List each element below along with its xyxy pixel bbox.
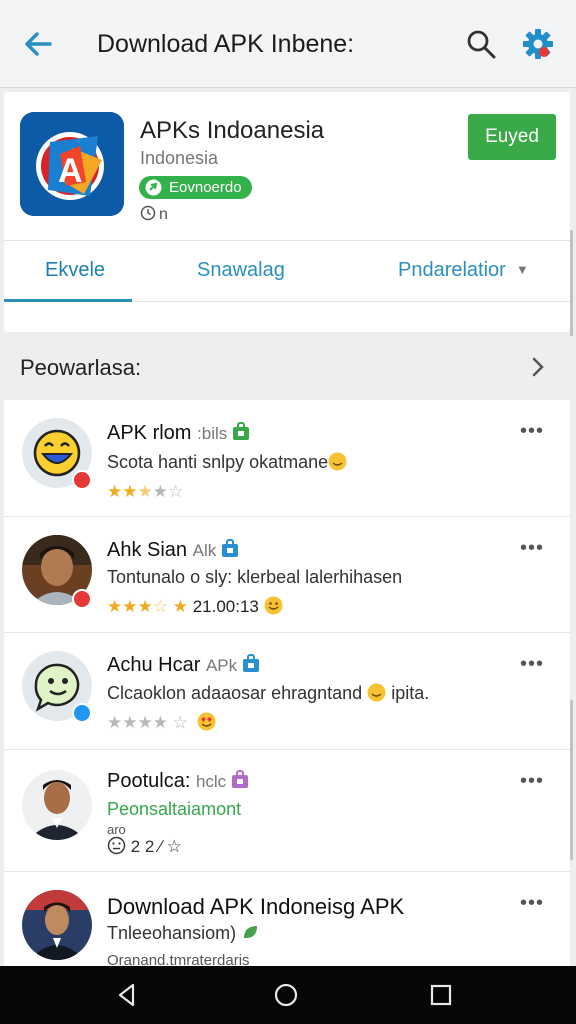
item-description-suffix: ipita. [391, 683, 430, 703]
review-list: APK rlom :bils Scota hanti snlpy okatman… [4, 400, 570, 966]
app-bar: Download APK Inbene: [0, 0, 576, 88]
more-options-icon[interactable]: ••• [520, 892, 544, 915]
item-tag: APk [205, 656, 238, 675]
category-badge: Eovnoerdo [139, 176, 252, 199]
avatar-photo [22, 890, 92, 960]
love-emoji-icon [197, 712, 216, 731]
item-description-text: Scota hanti snlpy okatmane [107, 452, 329, 472]
neutral-face-icon [107, 836, 126, 855]
item-description-text: Tnleeohansiom) [107, 923, 237, 943]
tab-ekvele[interactable]: Ekvele [45, 259, 105, 282]
item-tag: Alk [192, 541, 217, 560]
item-title: APK rlom :bils [107, 422, 251, 445]
tab-pndarelatior[interactable]: Pndarelatior ▼ [398, 259, 529, 282]
item-rating: 2 2 ∕ ☆ [107, 836, 182, 857]
lock-icon [222, 539, 239, 557]
system-nav-bar [0, 966, 576, 1024]
clock-icon [140, 205, 156, 221]
smile-emoji-icon [328, 452, 347, 471]
item-title: Download APK Indoneisg APK [107, 894, 405, 919]
item-title-text: Achu Hcar [107, 654, 201, 676]
leaf-icon [145, 179, 162, 196]
item-title: Pootulca: hclc [107, 770, 250, 793]
search-icon[interactable] [464, 27, 498, 61]
section-title: Peowarlasa: [20, 355, 142, 380]
app-name: APKs Indoanesia [140, 117, 325, 144]
app-info-card: A APKs Indoanesia Indonesia Eovnoerdo n … [4, 92, 570, 332]
smile-emoji-icon [367, 683, 386, 702]
item-subtext: Oranand.tmraterdaris [107, 952, 250, 966]
item-description: Clcaoklon adaaosar ehragntand ipita. [107, 683, 429, 704]
list-item[interactable]: APK rlom :bils Scota hanti snlpy okatman… [4, 400, 570, 517]
active-tab-indicator [4, 299, 132, 302]
item-tag: hclc [195, 772, 227, 791]
tab-snawalag[interactable]: Snawalag [197, 259, 285, 282]
item-description: Scota hanti snlpy okatmane [107, 452, 347, 473]
item-title: Ahk Sian Alk [107, 539, 240, 562]
item-tag: :bils [197, 424, 228, 443]
item-rating: ★★★★ ☆ [107, 712, 216, 733]
item-description-text: Clcaoklon adaaosar ehragntand [107, 683, 363, 703]
lock-icon [243, 654, 260, 672]
more-options-icon[interactable]: ••• [520, 537, 544, 560]
chevron-right-icon[interactable] [528, 354, 548, 380]
more-options-icon[interactable]: ••• [520, 420, 544, 443]
settings-gear-icon[interactable] [520, 26, 556, 62]
tab-bar: Ekvele Snawalag Pndarelatior ▼ [4, 240, 570, 302]
list-item[interactable]: Achu Hcar APk Clcaoklon adaaosar ehragnt… [4, 633, 570, 750]
app-meta: n [140, 205, 168, 224]
list-item[interactable]: Pootulca: hclc Peonsaltaiamont aro 2 2 ∕… [4, 750, 570, 872]
nav-back-icon[interactable] [114, 982, 140, 1008]
app-logo-icon: A [20, 112, 124, 216]
item-title: Achu Hcar APk [107, 654, 261, 677]
avatar-photo [22, 770, 92, 840]
back-arrow-icon[interactable] [20, 26, 56, 62]
item-title-text: Pootulca: [107, 770, 191, 792]
section-header[interactable]: Peowarlasa: [0, 336, 576, 398]
tab-pndarelatior-label: Pndarelatior [398, 259, 506, 281]
nav-home-icon[interactable] [273, 982, 299, 1008]
lock-icon [233, 422, 250, 440]
lock-icon [232, 770, 249, 788]
more-options-icon[interactable]: ••• [520, 653, 544, 676]
item-description: Tnleeohansiom) [107, 923, 260, 944]
svg-text:A: A [58, 152, 83, 190]
install-button[interactable]: Euyed [468, 114, 556, 160]
list-scrollbar[interactable] [570, 700, 573, 860]
item-rating-value: 21.00:13 [192, 597, 259, 616]
scrollbar[interactable] [570, 230, 573, 340]
list-item[interactable]: Download APK Indoneisg APK Tnleeohansiom… [4, 872, 570, 966]
dropdown-arrow-icon[interactable]: ▼ [516, 262, 529, 277]
nav-recents-icon[interactable] [428, 982, 454, 1008]
item-description: Peonsaltaiamont [107, 799, 242, 819]
app-publisher: Indonesia [140, 148, 219, 168]
verified-badge-icon [72, 589, 92, 609]
item-rating: ★★★☆ ★ 21.00:13 [107, 596, 283, 617]
item-subtext: aro [107, 822, 126, 837]
app-meta-value: n [159, 206, 168, 223]
item-description: Tontunalo o sly: klerbeal lalerhihasen [107, 567, 403, 587]
category-badge-label: Eovnoerdo [169, 179, 242, 196]
leaf-icon [244, 926, 258, 939]
item-rating-value: 2 2 ∕ ☆ [130, 837, 182, 856]
verified-badge-icon [72, 703, 92, 723]
item-title-text: Ahk Sian [107, 539, 188, 561]
item-title-text: APK rlom [107, 422, 192, 444]
verified-badge-icon [72, 470, 92, 490]
item-rating: ★★★★☆ [107, 482, 184, 501]
page-title: Download APK Inbene: [97, 30, 355, 58]
more-options-icon[interactable]: ••• [520, 770, 544, 793]
grin-emoji-icon [264, 596, 283, 615]
list-item[interactable]: Ahk Sian Alk Tontunalo o sly: klerbeal l… [4, 517, 570, 633]
